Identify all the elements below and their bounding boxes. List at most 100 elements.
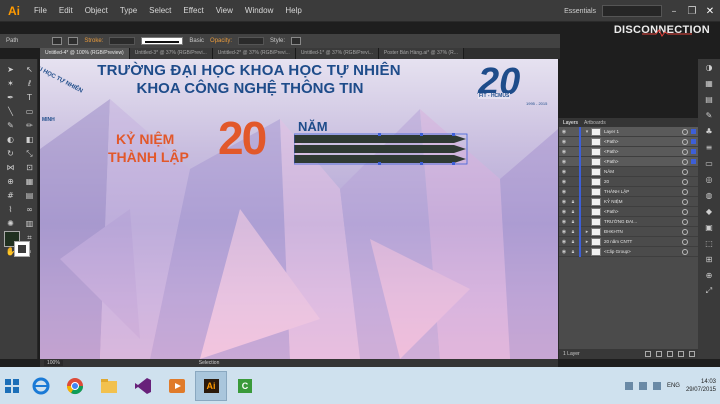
layer-row[interactable]: ◉ NĂM [559, 166, 698, 177]
appearance-panel-icon[interactable]: ◍ [698, 187, 720, 203]
graph-tool-icon[interactable]: ▥ [21, 217, 38, 230]
fill-swatch[interactable] [52, 37, 63, 45]
visibility-eye-icon[interactable]: ◉ [559, 209, 569, 215]
locate-object-icon[interactable] [645, 351, 651, 357]
tab-artboards[interactable]: Artboards [584, 120, 606, 126]
expand-toggle-icon[interactable]: ▾ [583, 129, 591, 135]
tab-untitled-2[interactable]: Untitled-2* @ 37% (RGB/Previ... [212, 48, 296, 59]
layer-name[interactable]: TRƯỜNG ĐAI... [604, 219, 637, 224]
layer-row[interactable]: ◉ <Path> [559, 156, 698, 167]
free-transform-tool-icon[interactable]: ⊡ [21, 161, 38, 174]
target-circle-icon[interactable] [682, 168, 688, 175]
opacity-field[interactable] [238, 37, 265, 45]
blob-brush-tool-icon[interactable]: ◐ [2, 133, 19, 146]
language-indicator[interactable]: ENG [667, 383, 680, 389]
taskbar-visual-studio[interactable] [127, 371, 159, 401]
layers-panel-icon[interactable]: ▣ [698, 219, 720, 235]
layer-name[interactable]: 20 [604, 179, 609, 184]
stroke-swatch[interactable] [68, 37, 79, 45]
taskbar-ie[interactable] [25, 371, 57, 401]
anniversary-logo[interactable]: 20 FIT - HCMUS 1995 - 2015 [468, 61, 558, 115]
big-number-20[interactable]: 20 [218, 113, 267, 163]
target-circle-icon[interactable] [682, 148, 688, 155]
symbols-panel-icon[interactable]: ♣ [698, 123, 720, 139]
visibility-eye-icon[interactable]: ◉ [559, 199, 569, 205]
stroke-color-swatch[interactable] [14, 241, 30, 257]
menu-object[interactable]: Object [79, 6, 114, 15]
taskbar-explorer[interactable] [93, 371, 125, 401]
layer-name[interactable]: KỶ NIỆM [604, 199, 623, 204]
target-circle-icon[interactable] [682, 158, 688, 165]
tab-untitled-4[interactable]: Untitled-4* @ 100% (RGB/Preview) [40, 48, 130, 59]
make-clipping-mask-icon[interactable] [656, 351, 662, 357]
layer-row[interactable]: ◉ 🔒︎ TRƯỜNG ĐAI... [559, 216, 698, 227]
new-layer-icon[interactable] [678, 351, 684, 357]
perspective-grid-tool-icon[interactable]: ▦ [21, 175, 38, 188]
opacity-label[interactable]: Opacity: [210, 38, 232, 44]
tab-untitled-3[interactable]: Untitled-3* @ 37% (RGB/Previ... [129, 48, 213, 59]
align-panel-icon[interactable]: ⊞ [698, 251, 720, 267]
zoom-level[interactable]: 100% [44, 360, 63, 366]
rectangle-tool-icon[interactable]: ▭ [21, 105, 38, 118]
layer-name[interactable]: <Path> [604, 159, 619, 164]
delete-layer-icon[interactable] [689, 351, 695, 357]
stroke-label[interactable]: Stroke: [84, 38, 103, 44]
close-icon[interactable]: ✕ [704, 6, 716, 17]
taskbar-chrome[interactable] [59, 371, 91, 401]
lock-icon[interactable]: 🔒︎ [569, 219, 577, 225]
menu-file[interactable]: File [28, 6, 53, 15]
new-sublayer-icon[interactable] [667, 351, 673, 357]
artboards-panel-icon[interactable]: ⬚ [698, 235, 720, 251]
eraser-tool-icon[interactable]: ◧ [21, 133, 38, 146]
visibility-eye-icon[interactable]: ◉ [559, 169, 569, 175]
menu-effect[interactable]: Effect [177, 6, 209, 15]
menu-help[interactable]: Help [279, 6, 307, 15]
lock-icon[interactable]: 🔒︎ [569, 209, 577, 215]
current-tool-status[interactable]: Selection [199, 360, 220, 366]
selection-tool-icon[interactable]: ➤ [2, 63, 19, 76]
mesh-tool-icon[interactable]: # [2, 189, 19, 202]
style-swatch[interactable] [291, 37, 302, 45]
target-circle-icon[interactable] [682, 188, 688, 195]
menu-view[interactable]: View [210, 6, 239, 15]
pen-tool-icon[interactable]: ✒ [2, 91, 19, 104]
expand-toggle-icon[interactable]: ▸ [583, 229, 591, 235]
menu-select[interactable]: Select [143, 6, 177, 15]
visibility-eye-icon[interactable]: ◉ [559, 239, 569, 245]
workspace-switcher[interactable]: Essentials [564, 8, 596, 15]
layer-row[interactable]: ◉ 20 [559, 176, 698, 187]
gradient-panel-icon[interactable]: ▭ [698, 155, 720, 171]
lock-icon[interactable]: 🔒︎ [569, 229, 577, 235]
layer-row[interactable]: ◉ 🔒︎ <Path> [559, 206, 698, 217]
layer-row[interactable]: ◉ 🔒︎ ▸ ĐHKHTN [559, 226, 698, 237]
restore-icon[interactable]: ❐ [686, 6, 698, 17]
target-circle-icon[interactable] [682, 218, 688, 225]
paintbrush-tool-icon[interactable]: ✎ [2, 119, 19, 132]
target-circle-icon[interactable] [682, 238, 688, 245]
stroke-panel-icon[interactable]: ≡ [698, 139, 720, 155]
menu-type[interactable]: Type [114, 6, 143, 15]
taskbar-camtasia[interactable]: C [229, 371, 261, 401]
lock-icon[interactable]: 🔒︎ [569, 249, 577, 255]
pathfinder-panel-icon[interactable]: ⊕ [698, 267, 720, 283]
target-circle-icon[interactable] [682, 228, 688, 235]
artboard-canvas[interactable]: ĐẠI HỌC TỰ NHIÊN MINH TRƯỜNG ĐẠI HỌC KHO… [40, 59, 558, 359]
target-circle-icon[interactable] [682, 248, 688, 255]
layer-name[interactable]: <Path> [604, 209, 619, 214]
color-panel-icon[interactable]: ◑ [698, 59, 720, 75]
graphic-styles-panel-icon[interactable]: ◆ [698, 203, 720, 219]
visibility-eye-icon[interactable]: ◉ [559, 249, 569, 255]
tab-untitled-1[interactable]: Untitled-1* @ 37% (RGB/Previ... [295, 48, 379, 59]
layer-name[interactable]: <Path> [604, 139, 619, 144]
pencil-tool-icon[interactable]: ✏ [21, 119, 38, 132]
target-circle-icon[interactable] [682, 208, 688, 215]
expand-toggle-icon[interactable]: ▸ [583, 249, 591, 255]
layer-name[interactable]: <Clip Group> [604, 249, 631, 254]
layer-row[interactable]: ◉ 🔒︎ ▸ 20 năm CNTT [559, 236, 698, 247]
anniversary-line-2[interactable]: THÀNH LẬP [108, 149, 189, 165]
keyboard-icon[interactable] [624, 381, 633, 390]
target-circle-icon[interactable] [682, 178, 688, 185]
start-button[interactable] [0, 367, 24, 404]
rotate-tool-icon[interactable]: ↻ [2, 147, 19, 160]
expand-toggle-icon[interactable]: ▸ [583, 239, 591, 245]
